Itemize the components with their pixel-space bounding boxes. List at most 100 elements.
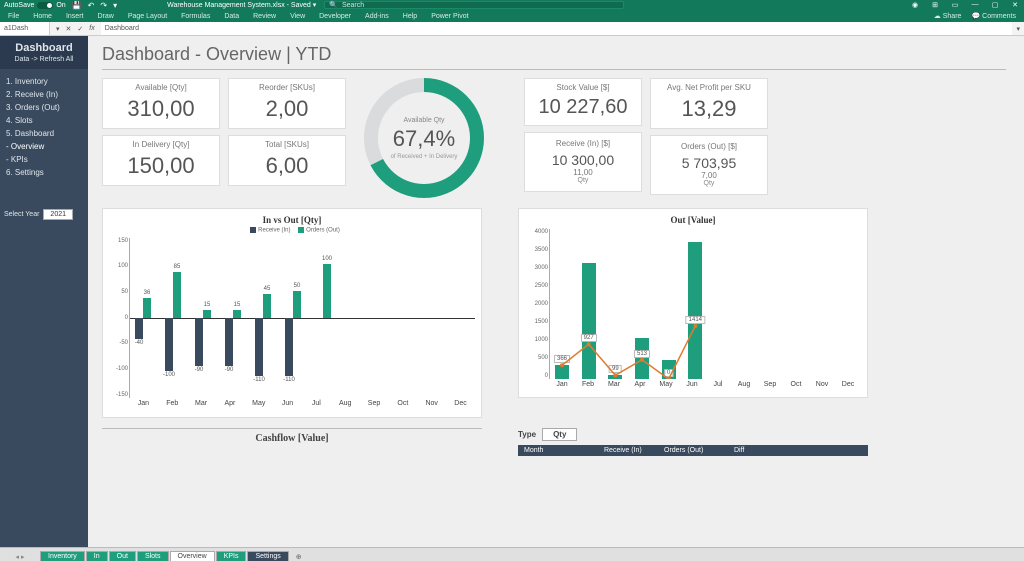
tab-file[interactable]: File [8, 13, 19, 20]
chart-title: In vs Out [Qty] [109, 215, 475, 225]
kpi-value: 10 227,60 [527, 96, 639, 119]
sheet-tab-settings[interactable]: Settings [247, 551, 288, 561]
tab-data[interactable]: Data [224, 13, 239, 20]
tab-draw[interactable]: Draw [97, 13, 113, 20]
chart-in-vs-out: In vs Out [Qty] Receive (In) Orders (Out… [102, 208, 482, 418]
undo-icon[interactable]: ↶ [88, 1, 95, 10]
kpi-value: 10 300,00 [527, 152, 639, 168]
sheet-tab-overview[interactable]: Overview [170, 551, 215, 561]
kpi-in-delivery-qty: In Delivery [Qty] 150,00 [102, 135, 220, 186]
kpi-label: Avg. Net Profit per SKU [653, 83, 765, 92]
kpi-label: Orders (Out) [$] [653, 142, 765, 151]
kpi-sub: 11,00 [527, 168, 639, 177]
sheet-tabs: ◂ ▸ InventoryInOutSlotsOverviewKPIsSetti… [0, 547, 1024, 561]
autosave-toggle[interactable]: AutoSave On [4, 2, 66, 9]
kpi-label: Total [SKUs] [231, 140, 343, 149]
sidebar-item-dashboard[interactable]: 5. Dashboard [4, 127, 84, 140]
confirm-icon[interactable]: ✓ [77, 25, 83, 33]
formula-expand-icon[interactable]: ▾ [1012, 25, 1024, 33]
tab-formulas[interactable]: Formulas [181, 13, 210, 20]
quick-access-toolbar: 💾 ↶ ↷ ▾ [72, 1, 117, 10]
tab-insert[interactable]: Insert [66, 13, 84, 20]
kpi-sub2: Qty [653, 180, 765, 187]
sheet-tab-in[interactable]: In [86, 551, 108, 561]
sidebar-item-receive[interactable]: 2. Receive (In) [4, 88, 84, 101]
tab-review[interactable]: Review [253, 13, 276, 20]
sheet-tab-inventory[interactable]: Inventory [40, 551, 85, 561]
kpi-value: 13,29 [653, 96, 765, 122]
tab-page-layout[interactable]: Page Layout [128, 13, 167, 20]
formula-input[interactable]: Dashboard [101, 22, 1013, 35]
sidebar: Dashboard Data -> Refresh All 1. Invento… [0, 36, 88, 551]
search-input[interactable]: 🔍 Search [324, 1, 624, 9]
kpi-label: Available [Qty] [105, 83, 217, 92]
save-icon[interactable]: 💾 [72, 1, 82, 10]
app-menu-icon[interactable]: ⊞ [930, 1, 940, 9]
sidebar-item-overview[interactable]: - Overview [4, 140, 84, 153]
kpi-label: Stock Value [$] [527, 83, 639, 92]
kpi-label: In Delivery [Qty] [105, 140, 217, 149]
kpi-value: 310,00 [105, 96, 217, 122]
kpi-value: 5 703,95 [653, 155, 765, 171]
sidebar-item-inventory[interactable]: 1. Inventory [4, 75, 84, 88]
table-header: Month Receive (In) Orders (Out) Diff [518, 445, 868, 456]
comments-button[interactable]: 💬 Comments [971, 12, 1016, 20]
sheet-tab-out[interactable]: Out [109, 551, 136, 561]
ribbon-tabs: File Home Insert Draw Page Layout Formul… [0, 10, 1024, 22]
search-icon: 🔍 [329, 1, 338, 9]
tab-help[interactable]: Help [403, 13, 417, 20]
sheet-nav-arrows[interactable]: ◂ ▸ [0, 553, 40, 561]
close-button[interactable]: ✕ [1010, 1, 1020, 9]
autosave-switch[interactable] [37, 2, 53, 9]
tab-developer[interactable]: Developer [319, 13, 351, 20]
kpi-value: 6,00 [231, 153, 343, 179]
sidebar-item-slots[interactable]: 4. Slots [4, 114, 84, 127]
tab-addins[interactable]: Add-ins [365, 13, 389, 20]
kpi-avg-profit: Avg. Net Profit per SKU 13,29 [650, 78, 768, 129]
qat-more-icon[interactable]: ▾ [113, 1, 117, 10]
kpi-value: 2,00 [231, 96, 343, 122]
kpi-sub: 7,00 [653, 171, 765, 180]
sheet-tab-slots[interactable]: Slots [137, 551, 169, 561]
type-value[interactable]: Qty [542, 428, 577, 441]
cancel-icon[interactable]: ✕ [66, 25, 72, 33]
kpi-orders-out: Orders (Out) [$] 5 703,95 7,00 Qty [650, 135, 768, 195]
tab-power-pivot[interactable]: Power Pivot [431, 13, 468, 20]
chart-title: Out [Value] [525, 215, 861, 225]
main-content: Dashboard - Overview | YTD Available [Qt… [88, 36, 1024, 551]
donut-chart: Available Qty 67,4% of Received + In Del… [354, 78, 494, 198]
kpi-stock-value: Stock Value [$] 10 227,60 [524, 78, 642, 126]
chart-legend: Receive (In) Orders (Out) [109, 227, 475, 234]
kpi-label: Receive (In) [$] [527, 139, 639, 148]
tab-view[interactable]: View [290, 13, 305, 20]
kpi-sub2: Qty [527, 177, 639, 184]
donut-caption: of Received + In Delivery [391, 154, 458, 160]
sidebar-subtitle: Data -> Refresh All [4, 56, 84, 63]
fx-icon[interactable]: fx [89, 25, 94, 33]
tab-home[interactable]: Home [33, 13, 52, 20]
share-button[interactable]: ☁ Share [934, 12, 962, 20]
cashflow-title: Cashflow [Value] [102, 433, 482, 444]
kpi-label: Reorder [SKUs] [231, 83, 343, 92]
year-value[interactable]: 2021 [43, 209, 73, 220]
add-sheet-button[interactable]: ⊕ [290, 553, 308, 561]
ribbon-mode-icon[interactable]: ▭ [950, 1, 960, 9]
sidebar-item-kpis[interactable]: - KPIs [4, 153, 84, 166]
maximize-button[interactable]: ▢ [990, 1, 1000, 9]
donut-title: Available Qty [403, 117, 444, 124]
account-icon[interactable]: ◉ [910, 1, 920, 9]
year-label: Select Year [4, 211, 39, 218]
sheet-tab-kpis[interactable]: KPIs [216, 551, 247, 561]
formula-bar: a1Dash ▾ ✕ ✓ fx Dashboard ▾ [0, 22, 1024, 36]
sidebar-item-orders[interactable]: 3. Orders (Out) [4, 101, 84, 114]
redo-icon[interactable]: ↷ [100, 1, 107, 10]
autosave-label: AutoSave [4, 2, 34, 9]
kpi-available-qty: Available [Qty] 310,00 [102, 78, 220, 129]
dropdown-icon[interactable]: ▾ [56, 25, 60, 33]
filename[interactable]: Warehouse Management System.xlsx - Saved… [167, 1, 316, 9]
name-box[interactable]: a1Dash [0, 22, 50, 35]
sidebar-item-settings[interactable]: 6. Settings [4, 166, 84, 179]
minimize-button[interactable]: — [970, 1, 980, 9]
chart-out-value: Out [Value] 4000350030002500200015001000… [518, 208, 868, 398]
sidebar-title: Dashboard [4, 42, 84, 54]
